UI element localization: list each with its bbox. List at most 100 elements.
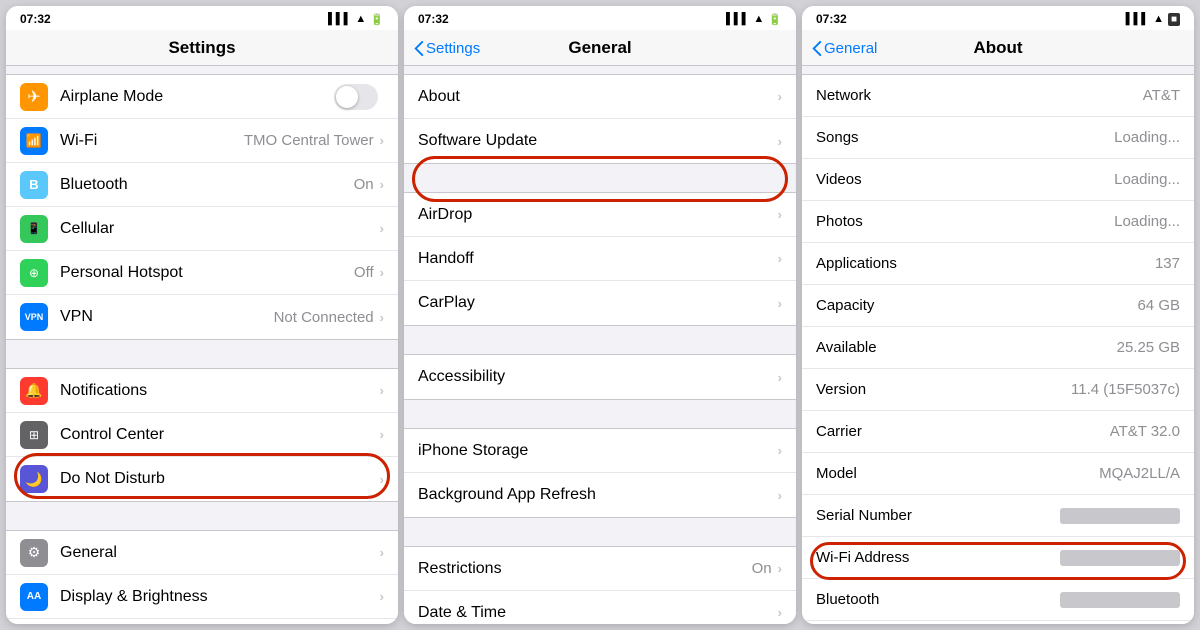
airdrop-item[interactable]: AirDrop ›	[404, 193, 796, 237]
about-panel: 07:32 ▌▌▌ ▲ ■ General About Network AT&T…	[802, 6, 1194, 624]
about-label: About	[418, 88, 778, 106]
restrictions-item[interactable]: Restrictions On ›	[404, 547, 796, 591]
hotspot-item[interactable]: ⊕ Personal Hotspot Off ›	[6, 251, 398, 295]
about-content: Network AT&T Songs Loading... Videos Loa…	[802, 66, 1194, 624]
battery-icon-2: 🔋	[768, 13, 782, 26]
bluetooth-row: Bluetooth	[802, 579, 1194, 621]
misc-group: Restrictions On › Date & Time › Keyboard…	[404, 546, 796, 624]
signal-icon: ▌▌▌	[328, 13, 351, 25]
applications-value: 137	[1155, 255, 1180, 272]
wifi-addr-redacted	[1060, 550, 1180, 566]
battery-icon: 🔋	[370, 13, 384, 26]
notifications-icon: 🔔	[20, 377, 48, 405]
datetime-item[interactable]: Date & Time ›	[404, 591, 796, 624]
songs-value: Loading...	[1114, 129, 1180, 146]
gap-g2	[404, 164, 796, 192]
capacity-label: Capacity	[816, 297, 874, 314]
photos-label: Photos	[816, 213, 863, 230]
airplane-toggle[interactable]	[334, 84, 378, 110]
back-to-settings[interactable]: Settings	[414, 40, 480, 57]
wifi-icon-3: ▲	[1153, 13, 1164, 25]
wifi-addr-label: Wi-Fi Address	[816, 549, 909, 566]
airdrop-label: AirDrop	[418, 206, 778, 224]
network-row: Network AT&T	[802, 75, 1194, 117]
photos-row: Photos Loading...	[802, 201, 1194, 243]
about-group: About › Software Update ›	[404, 74, 796, 164]
model-row: Model MQAJ2LL/A	[802, 453, 1194, 495]
available-value: 25.25 GB	[1117, 339, 1180, 356]
wifi-chevron: ›	[380, 133, 384, 148]
wifi-icon: 📶	[20, 127, 48, 155]
control-center-icon: ⊞	[20, 421, 48, 449]
gap-3	[6, 502, 398, 530]
applications-row: Applications 137	[802, 243, 1194, 285]
software-update-item[interactable]: Software Update ›	[404, 119, 796, 163]
bluetooth-icon: B	[20, 171, 48, 199]
accessibility-chevron: ›	[778, 370, 782, 385]
display-item[interactable]: AA Display & Brightness ›	[6, 575, 398, 619]
applications-label: Applications	[816, 255, 897, 272]
back-to-general[interactable]: General	[812, 40, 877, 57]
gap-1	[6, 66, 398, 74]
general-panel: 07:32 ▌▌▌ ▲ 🔋 Settings General About › S…	[404, 6, 796, 624]
background-refresh-item[interactable]: Background App Refresh ›	[404, 473, 796, 517]
restrictions-value: On	[752, 560, 772, 577]
wifi-addr-row: Wi-Fi Address	[802, 537, 1194, 579]
cellular-item[interactable]: 📱 Cellular ›	[6, 207, 398, 251]
vpn-item[interactable]: VPN VPN Not Connected ›	[6, 295, 398, 339]
about-title: About	[973, 38, 1022, 58]
notifications-item[interactable]: 🔔 Notifications ›	[6, 369, 398, 413]
cellular-chevron: ›	[380, 221, 384, 236]
about-chevron: ›	[778, 89, 782, 104]
bluetooth-chevron: ›	[380, 177, 384, 192]
vpn-value: Not Connected	[274, 309, 374, 326]
songs-row: Songs Loading...	[802, 117, 1194, 159]
background-refresh-label: Background App Refresh	[418, 486, 778, 504]
wallpaper-item[interactable]: 🖼 Wallpaper ›	[6, 619, 398, 624]
wifi-status-icon: ▲	[355, 13, 366, 25]
status-icons-2: ▌▌▌ ▲ 🔋	[726, 13, 782, 26]
network-value: AT&T	[1143, 87, 1180, 104]
handoff-item[interactable]: Handoff ›	[404, 237, 796, 281]
datetime-chevron: ›	[778, 605, 782, 620]
status-bar-1: 07:32 ▌▌▌ ▲ 🔋	[6, 6, 398, 30]
status-icons-3: ▌▌▌ ▲ ■	[1126, 13, 1180, 26]
capacity-value: 64 GB	[1137, 297, 1180, 314]
songs-label: Songs	[816, 129, 859, 146]
hotspot-icon: ⊕	[20, 259, 48, 287]
bluetooth-item[interactable]: B Bluetooth On ›	[6, 163, 398, 207]
general-nav: Settings General	[404, 30, 796, 66]
general-item[interactable]: ⚙ General ›	[6, 531, 398, 575]
status-time-3: 07:32	[816, 12, 847, 26]
control-center-item[interactable]: ⊞ Control Center ›	[6, 413, 398, 457]
software-update-label: Software Update	[418, 132, 778, 150]
settings-nav: Settings	[6, 30, 398, 66]
control-center-label: Control Center	[60, 426, 380, 444]
airdrop-chevron: ›	[778, 207, 782, 222]
carplay-item[interactable]: CarPlay ›	[404, 281, 796, 325]
videos-row: Videos Loading...	[802, 159, 1194, 201]
version-value: 11.4 (15F5037c)	[1071, 381, 1180, 398]
accessibility-item[interactable]: Accessibility ›	[404, 355, 796, 399]
alerts-group: 🔔 Notifications › ⊞ Control Center › 🌙 D…	[6, 368, 398, 502]
vpn-label: VPN	[60, 308, 274, 326]
dnd-item[interactable]: 🌙 Do Not Disturb ›	[6, 457, 398, 501]
serial-row: Serial Number	[802, 495, 1194, 537]
wifi-item[interactable]: 📶 Wi-Fi TMO Central Tower ›	[6, 119, 398, 163]
iphone-storage-item[interactable]: iPhone Storage ›	[404, 429, 796, 473]
model-label: Model	[816, 465, 857, 482]
serial-redacted	[1060, 508, 1180, 524]
about-item[interactable]: About ›	[404, 75, 796, 119]
videos-value: Loading...	[1114, 171, 1180, 188]
imei-row: IMEI	[802, 621, 1194, 624]
accessibility-group: Accessibility ›	[404, 354, 796, 400]
wifi-icon-2: ▲	[753, 13, 764, 25]
hotspot-value: Off	[354, 264, 374, 281]
bluetooth-addr-label: Bluetooth	[816, 591, 879, 608]
gap-g4	[404, 400, 796, 428]
dnd-chevron: ›	[380, 472, 384, 487]
general-icon: ⚙	[20, 539, 48, 567]
gap-g3	[404, 326, 796, 354]
airplane-mode-item[interactable]: ✈ Airplane Mode	[6, 75, 398, 119]
accessibility-label: Accessibility	[418, 368, 778, 386]
